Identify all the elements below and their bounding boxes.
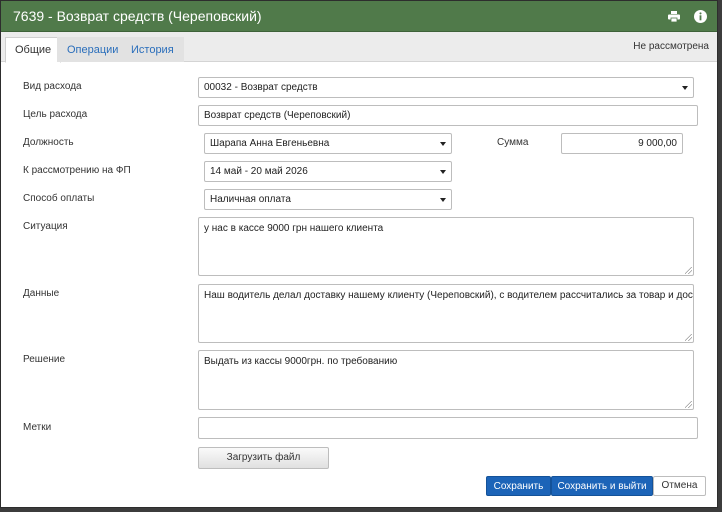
tab-operations[interactable]: Операции	[57, 37, 129, 62]
tab-general[interactable]: Общие	[5, 37, 62, 63]
review-period-value: 14 май - 20 май 2026	[210, 166, 308, 177]
amount-label: Сумма	[497, 137, 529, 148]
tab-history[interactable]: История	[121, 37, 184, 62]
resize-handle-icon[interactable]	[685, 334, 692, 341]
review-period-label: К рассмотрению на ФП	[23, 165, 131, 176]
details-value: Наш водитель делал доставку нашему клиен…	[204, 290, 694, 301]
cancel-button[interactable]: Отмена	[653, 476, 706, 496]
title-bar: 7639 - Возврат средств (Череповский)	[1, 1, 717, 32]
expense-purpose-input[interactable]: Возврат средств (Череповский)	[198, 105, 698, 126]
chevron-down-icon	[682, 86, 688, 90]
amount-input[interactable]: 9 000,00	[561, 133, 683, 154]
chevron-down-icon	[440, 142, 446, 146]
status-label: Не рассмотрена	[633, 41, 709, 52]
chevron-down-icon	[440, 170, 446, 174]
details-label: Данные	[23, 288, 60, 299]
expense-purpose-label: Цель расхода	[23, 109, 88, 120]
expense-type-select[interactable]: 00032 - Возврат средств	[198, 77, 694, 98]
tab-bar: Общие Операции История Не рассмотрена	[1, 32, 717, 63]
payment-method-value: Наличная оплата	[210, 194, 291, 205]
resize-handle-icon[interactable]	[685, 267, 692, 274]
tags-input[interactable]	[198, 417, 698, 439]
expense-dialog: 7639 - Возврат средств (Череповский) Общ…	[0, 0, 718, 508]
save-and-exit-button[interactable]: Сохранить и выйти	[551, 476, 653, 496]
dialog-title: 7639 - Возврат средств (Череповский)	[13, 8, 262, 24]
chevron-down-icon	[440, 198, 446, 202]
resize-handle-icon[interactable]	[685, 401, 692, 408]
expense-type-label: Вид расхода	[23, 81, 82, 92]
position-select[interactable]: Шарапа Анна Евгеньевна	[204, 133, 452, 154]
review-period-select[interactable]: 14 май - 20 май 2026	[204, 161, 452, 182]
situation-label: Ситуация	[23, 221, 68, 232]
situation-value: у нас в кассе 9000 грн нашего клиента	[204, 223, 384, 234]
payment-method-select[interactable]: Наличная оплата	[204, 189, 452, 210]
save-button[interactable]: Сохранить	[486, 476, 551, 496]
upload-file-button[interactable]: Загрузить файл	[198, 447, 329, 469]
expense-purpose-value: Возврат средств (Череповский)	[204, 110, 351, 121]
expense-type-value: 00032 - Возврат средств	[204, 82, 318, 93]
position-label: Должность	[23, 137, 74, 148]
decision-value: Выдать из кассы 9000грн. по требованию	[204, 356, 398, 367]
position-value: Шарапа Анна Евгеньевна	[210, 138, 330, 149]
details-textarea[interactable]: Наш водитель делал доставку нашему клиен…	[198, 284, 694, 343]
tags-label: Метки	[23, 422, 52, 433]
situation-textarea[interactable]: у нас в кассе 9000 грн нашего клиента	[198, 217, 694, 276]
info-icon[interactable]	[691, 7, 709, 25]
printer-icon[interactable]	[665, 7, 683, 25]
payment-method-label: Способ оплаты	[23, 193, 95, 204]
amount-value: 9 000,00	[638, 138, 677, 149]
decision-textarea[interactable]: Выдать из кассы 9000грн. по требованию	[198, 350, 694, 410]
decision-label: Решение	[23, 354, 66, 365]
